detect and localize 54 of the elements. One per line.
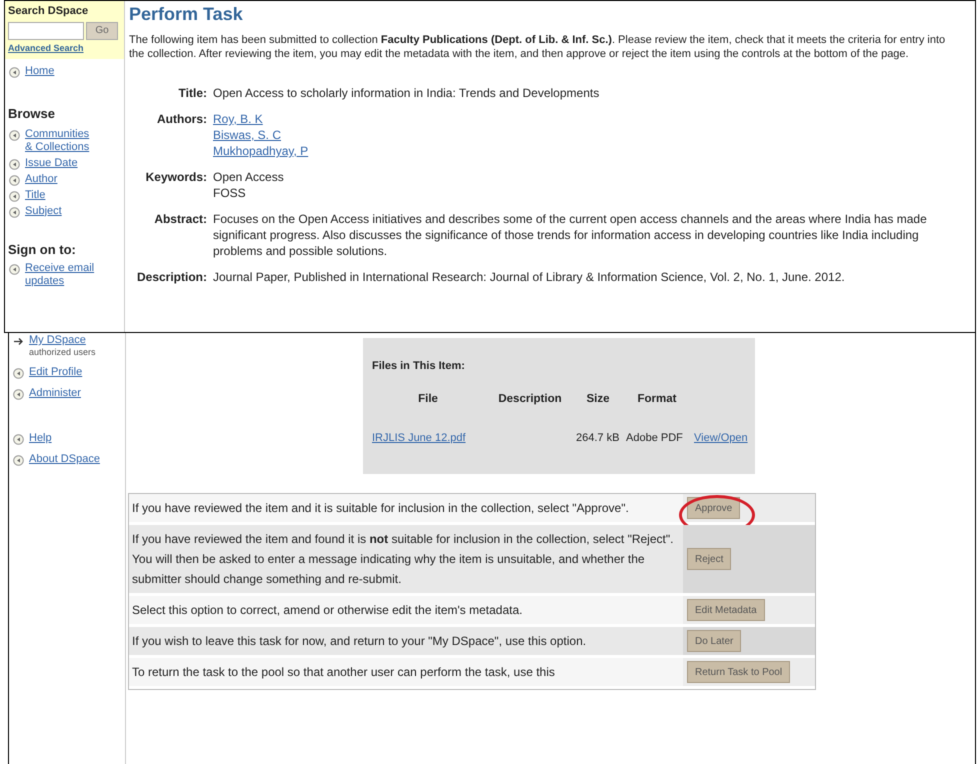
nav-link[interactable]: Receive email updates xyxy=(25,262,95,288)
field-value: Focuses on the Open Access initiatives and describes some of the current open access channels and the areas where India has made significant progress. Also discusses the significance of those trends for information access in developing countries like India including problems and possible solutions. xyxy=(213,211,928,259)
nav-link[interactable]: About DSpace xyxy=(29,453,100,466)
column-header: File xyxy=(417,392,439,406)
action-button[interactable]: Return Task to Pool xyxy=(687,661,790,683)
action-button[interactable]: Do Later xyxy=(687,630,742,652)
person-name-link[interactable]: Roy, B. K xyxy=(213,111,263,127)
field-label: Keywords: xyxy=(144,169,207,186)
action-button[interactable]: Edit Metadata xyxy=(687,599,765,621)
field-value: Open Access to scholarly information in India: Trends and Developments xyxy=(213,85,600,101)
instruction-text: Select this option to correct, amend or otherwise edit the item's metadata. xyxy=(129,596,683,624)
nav-link[interactable]: Communities & Collections xyxy=(25,128,95,154)
instruction-text: If you have reviewed the item and found it is not suitable for inclusion in the collection, select "Reject". You will then be asked to enter a message indicating why the item is unsuitable, and whether the submitter should change something and re-submit. xyxy=(129,525,683,593)
nav-link[interactable]: My DSpace xyxy=(29,334,96,347)
table-cell-text: Adobe PDF xyxy=(626,430,684,446)
files-heading: Files in This Item: xyxy=(372,359,466,374)
nav-link[interactable]: Administer xyxy=(29,387,81,400)
field-value: Journal Paper, Published in International Research: Journal of Library & Information Science, Vol. 2, No. 1, June. 2012. xyxy=(213,269,846,285)
instruction-text: To return the task to the pool so that another user can perform the task, use this xyxy=(129,658,683,686)
search-heading: Search DSpace xyxy=(8,4,90,19)
nav-link[interactable]: Author xyxy=(25,172,95,186)
section-heading: Browse xyxy=(7,105,56,123)
nav-link[interactable]: Title xyxy=(25,188,95,202)
field-value: Open Access xyxy=(213,169,285,185)
field-label: Description: xyxy=(136,269,207,285)
action-button[interactable]: Approve xyxy=(687,497,740,519)
nav-note: authorized users xyxy=(29,347,96,358)
field-value: FOSS xyxy=(213,185,247,201)
column-header: Description xyxy=(497,392,563,406)
search-field[interactable] xyxy=(8,22,84,40)
nav-link[interactable]: Home xyxy=(25,65,54,78)
arrow-icon xyxy=(13,336,24,347)
intro-paragraph: The following item has been submitted to collection Faculty Publications (Dept. of Lib. & Inf. Sc.). Please review the item, check that it meets the criteria for entry into the collection. After reviewing the item, you may edit the metadata with the item, and then approve or reject the item using the controls at the bottom of the page. xyxy=(129,33,946,61)
action-button[interactable]: Reject xyxy=(687,548,732,570)
view-open-link[interactable]: View/Open xyxy=(694,430,748,446)
go-button[interactable]: Go xyxy=(86,22,118,40)
table-cell-text: 264.7 kB xyxy=(576,430,620,446)
page-title: Perform Task xyxy=(129,3,244,25)
instruction-text: If you wish to leave this task for now, and return to your "My DSpace", use this option. xyxy=(129,627,683,655)
file-link[interactable]: IRJLIS June 12.pdf xyxy=(372,430,484,446)
column-header: Size xyxy=(585,392,610,406)
instruction-text: If you have reviewed the item and it is suitable for inclusion in the collection, select "Approve". xyxy=(129,494,683,522)
nav-link[interactable]: Subject xyxy=(25,204,95,218)
person-name-link[interactable]: Mukhopadhyay, P xyxy=(213,143,308,159)
nav-link[interactable]: Help xyxy=(29,432,52,445)
section-heading: Sign on to: xyxy=(7,240,77,259)
advanced-search-link[interactable]: Advanced Search xyxy=(8,42,121,55)
field-label: Title: xyxy=(178,85,207,101)
field-label: Authors: xyxy=(156,111,207,128)
column-header: Format xyxy=(636,392,678,406)
nav-link[interactable]: Edit Profile xyxy=(29,366,82,379)
field-label: Abstract: xyxy=(153,211,207,228)
nav-link[interactable]: Issue Date xyxy=(25,156,95,170)
person-name-link[interactable]: Biswas, S. C xyxy=(213,127,282,143)
